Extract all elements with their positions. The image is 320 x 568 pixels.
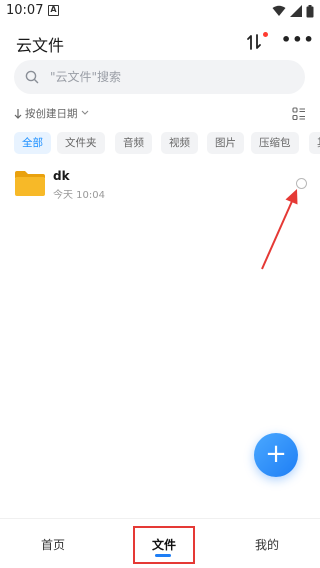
- search-input[interactable]: "云文件"搜索: [50, 60, 121, 94]
- select-checkbox[interactable]: [296, 178, 307, 189]
- page-title: 云文件: [16, 36, 65, 55]
- filter-chip-image[interactable]: 图片: [207, 132, 244, 154]
- filter-chip-audio[interactable]: 音频: [115, 132, 152, 154]
- file-name: dk: [53, 169, 70, 183]
- search-bar[interactable]: "云文件"搜索: [14, 60, 305, 94]
- status-icons: [272, 4, 314, 18]
- grid-list-toggle-icon: [292, 107, 305, 121]
- search-icon: [25, 70, 39, 84]
- status-time: 10:07: [6, 3, 44, 18]
- nav-item-home[interactable]: 首页: [20, 519, 86, 568]
- sort-label: 按创建日期: [25, 107, 78, 120]
- file-list-item[interactable]: dk 今天 10:04: [0, 163, 320, 207]
- filter-chip-video[interactable]: 视频: [161, 132, 198, 154]
- folder-icon: [15, 171, 45, 196]
- filter-chips: 全部 文件夹 音频 视频 图片 压缩包 其: [0, 132, 320, 154]
- transfer-sort-button[interactable]: [246, 32, 268, 52]
- filter-chip-other[interactable]: 其: [309, 132, 320, 154]
- view-toggle-button[interactable]: [292, 106, 306, 121]
- nav-label-mine: 我的: [254, 538, 279, 552]
- file-date: 今天 10:04: [53, 190, 105, 201]
- annotation-highlight-box: [133, 526, 195, 564]
- add-button[interactable]: +: [254, 433, 298, 477]
- filter-chip-folder[interactable]: 文件夹: [57, 132, 105, 154]
- plus-icon: +: [265, 439, 287, 469]
- filter-chip-all[interactable]: 全部: [14, 132, 51, 154]
- notification-dot: [263, 32, 268, 37]
- status-bar: 10:07 A: [0, 0, 320, 24]
- sort-arrows-icon: [247, 34, 261, 50]
- notification-a-icon: A: [48, 5, 59, 16]
- filter-chip-archive[interactable]: 压缩包: [251, 132, 299, 154]
- battery-icon: [306, 4, 314, 17]
- nav-label-home: 首页: [40, 538, 65, 552]
- arrow-down-icon: [14, 108, 22, 119]
- more-button[interactable]: •••: [281, 32, 314, 52]
- wifi-icon: [272, 5, 286, 16]
- chevron-down-icon: [81, 110, 88, 115]
- signal-icon: [290, 5, 302, 17]
- nav-item-mine[interactable]: 我的: [234, 519, 300, 568]
- more-icon: •••: [281, 30, 315, 49]
- sort-dropdown[interactable]: 按创建日期: [14, 106, 89, 120]
